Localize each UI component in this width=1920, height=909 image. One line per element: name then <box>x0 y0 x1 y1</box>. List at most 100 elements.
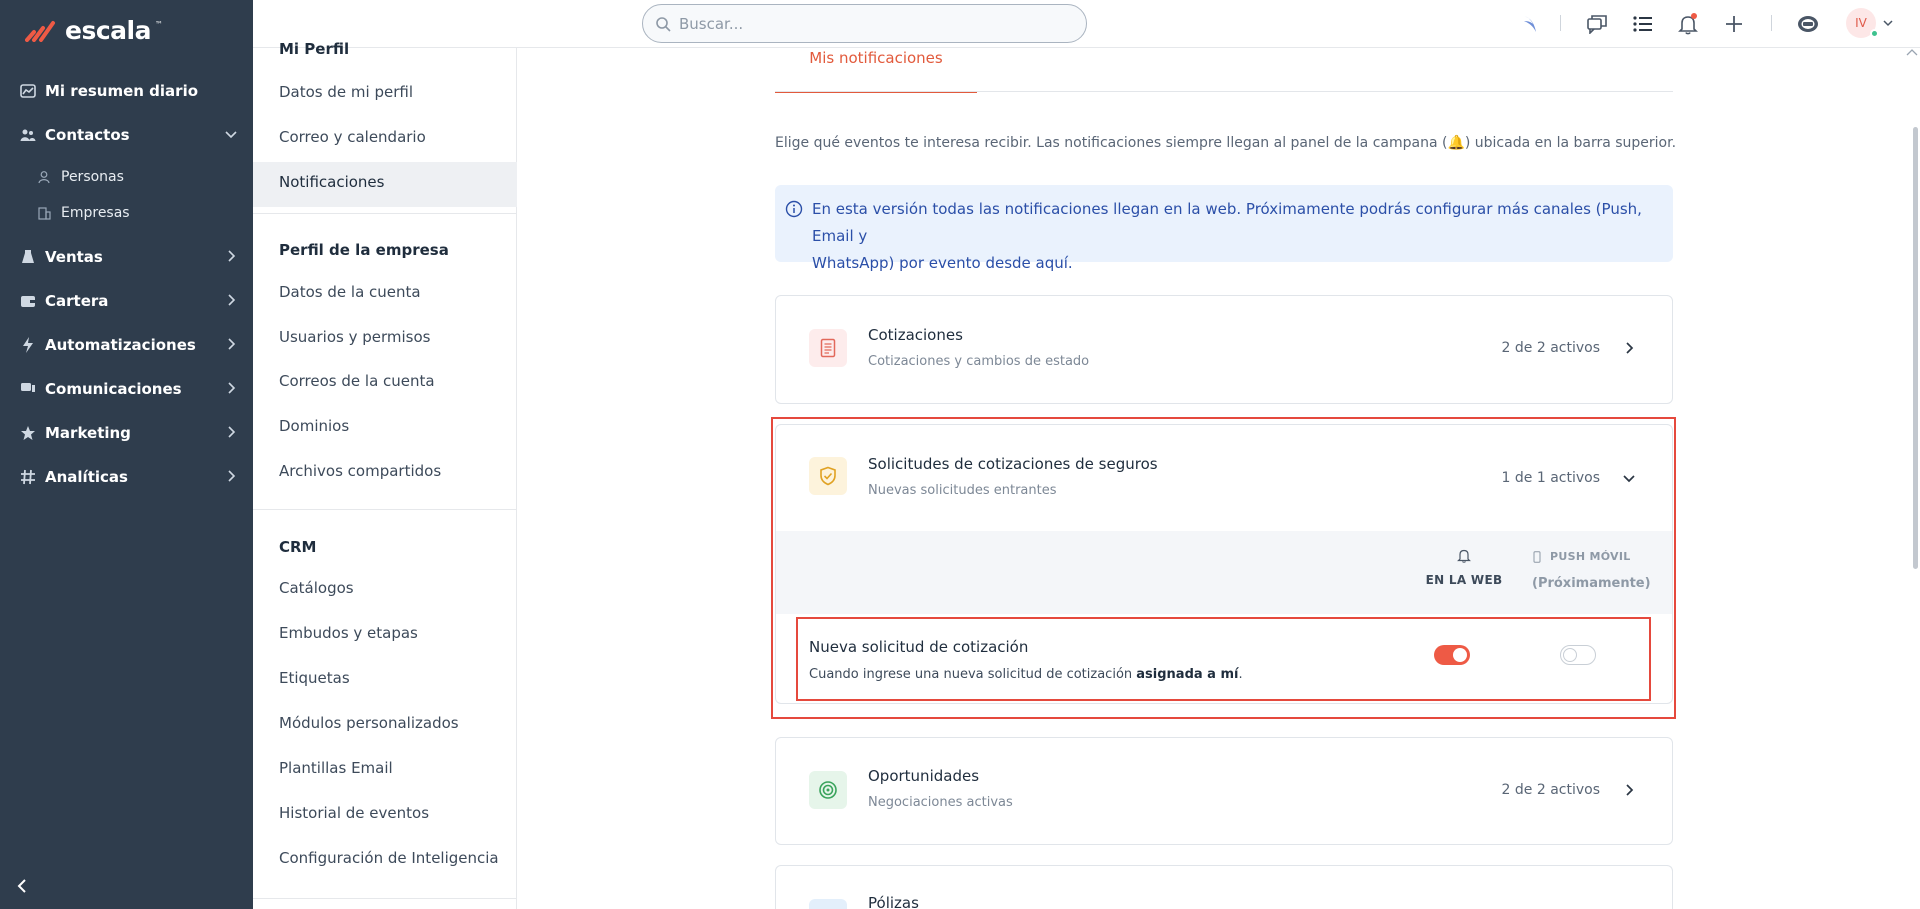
assistant-button[interactable] <box>1519 12 1543 36</box>
toolbar-separator <box>1560 15 1561 31</box>
menu-item-correos-cuenta[interactable]: Correos de la cuenta <box>279 372 435 390</box>
search-input[interactable] <box>679 14 1059 33</box>
settings-menu: Mi Perfil Datos de mi perfil Correo y ca… <box>253 40 517 909</box>
nav-sub-label: Empresas <box>61 205 130 221</box>
nav-analiticas[interactable]: Analíticas <box>20 464 238 490</box>
brand-name: escala <box>65 16 151 45</box>
nav-mi-resumen-diario[interactable]: Mi resumen diario <box>20 78 238 104</box>
support-button[interactable] <box>1796 12 1820 36</box>
nav-label: Comunicaciones <box>45 380 182 398</box>
card-active-count: 2 de 2 activos <box>1501 782 1600 798</box>
menu-item-dominios[interactable]: Dominios <box>279 417 349 435</box>
nav-ventas[interactable]: Ventas <box>20 244 238 270</box>
tab-underline <box>775 91 1673 92</box>
card-title: Cotizaciones <box>868 326 963 344</box>
bell-emoji: 🔔 <box>1447 135 1465 151</box>
menu-item-datos-perfil[interactable]: Datos de mi perfil <box>279 83 413 101</box>
person-icon <box>37 170 51 184</box>
card-active-count: 2 de 2 activos <box>1501 340 1600 356</box>
info-icon <box>785 200 803 218</box>
card-title: Pólizas <box>868 894 919 909</box>
nav-sub-personas[interactable]: Personas <box>37 166 124 188</box>
menu-item-embudos-etapas[interactable]: Embudos y etapas <box>279 624 418 642</box>
menu-heading-crm: CRM <box>279 538 317 556</box>
nav-label: Analíticas <box>45 468 128 486</box>
nav-label: Contactos <box>45 126 130 144</box>
menu-heading-company: Perfil de la empresa <box>279 241 449 259</box>
wallet-icon <box>20 293 36 309</box>
bird-icon <box>1520 13 1542 35</box>
nav-sub-label: Personas <box>61 169 124 185</box>
nav-cartera[interactable]: Cartera <box>20 288 238 314</box>
hash-icon <box>20 469 36 485</box>
nav-label: Ventas <box>45 248 103 266</box>
nav-comunicaciones[interactable]: Comunicaciones <box>20 376 238 402</box>
card-oportunidades[interactable]: Oportunidades Negociaciones activas 2 de… <box>775 737 1673 845</box>
brand-logo[interactable]: escala ™ <box>25 16 163 45</box>
tasks-button[interactable] <box>1631 12 1655 36</box>
users-icon <box>20 127 36 143</box>
plus-icon <box>1725 15 1743 33</box>
intro-text: Elige qué eventos te interesa recibir. L… <box>775 135 1676 151</box>
menu-item-usuarios-permisos[interactable]: Usuarios y permisos <box>279 328 430 346</box>
top-bar: IV <box>253 0 1920 56</box>
menu-divider <box>253 509 517 510</box>
bell-icon <box>1677 13 1699 35</box>
intro-text-start: Elige qué eventos te interesa recibir. L… <box>775 135 1448 151</box>
escala-logo-icon <box>25 20 55 42</box>
star-icon <box>20 425 36 441</box>
menu-item-modulos-personalizados[interactable]: Módulos personalizados <box>279 714 459 732</box>
create-button[interactable] <box>1722 12 1746 36</box>
main-sidebar: escala ™ Mi resumen diario Contactos Per… <box>0 0 253 909</box>
nav-marketing[interactable]: Marketing <box>20 420 238 446</box>
card-icon-cotizaciones <box>809 329 847 367</box>
chevron-right-icon <box>224 249 238 263</box>
search-icon <box>655 16 671 32</box>
lightning-icon <box>20 337 36 353</box>
info-text-line-2: WhatsApp) por evento desde aquí. <box>812 254 1073 272</box>
highlight-box-event-row <box>796 617 1651 701</box>
toolbar-separator <box>1771 15 1772 31</box>
menu-item-correo-calendario[interactable]: Correo y calendario <box>279 128 426 146</box>
building-icon <box>37 206 51 220</box>
chevron-right-icon <box>224 469 238 483</box>
list-icon <box>1633 15 1653 33</box>
menu-item-historial-eventos[interactable]: Historial de eventos <box>279 804 429 822</box>
scrollbar-thumb[interactable] <box>1913 127 1918 569</box>
search-box[interactable] <box>642 4 1087 43</box>
chevron-down-icon <box>224 127 238 141</box>
collapse-sidebar-button[interactable] <box>14 877 32 895</box>
menu-item-datos-cuenta[interactable]: Datos de la cuenta <box>279 283 421 301</box>
menu-item-configuracion-inteligencia[interactable]: Configuración de Inteligencia <box>279 849 499 867</box>
menu-item-plantillas-email[interactable]: Plantillas Email <box>279 759 393 777</box>
menu-divider <box>253 898 517 899</box>
menu-item-notificaciones[interactable]: Notificaciones <box>253 162 517 207</box>
card-icon-oportunidades <box>809 771 847 809</box>
chevron-left-icon <box>14 877 32 895</box>
card-subtitle: Negociaciones activas <box>868 795 1013 810</box>
menu-heading-profile: Mi Perfil <box>279 40 350 58</box>
nav-automatizaciones[interactable]: Automatizaciones <box>20 332 238 358</box>
card-cotizaciones[interactable]: Cotizaciones Cotizaciones y cambios de e… <box>775 295 1673 404</box>
menu-item-catalogos[interactable]: Catálogos <box>279 579 354 597</box>
chevron-down-icon[interactable] <box>1883 19 1893 27</box>
nav-contactos[interactable]: Contactos <box>20 122 238 148</box>
card-icon-polizas <box>809 899 847 909</box>
chevron-right-icon <box>224 381 238 395</box>
chevron-right-icon <box>224 293 238 307</box>
chart-icon <box>20 83 36 99</box>
support-chat-icon <box>1796 14 1820 34</box>
tab-mis-notificaciones[interactable]: Mis notificaciones <box>775 48 977 93</box>
nav-label: Mi resumen diario <box>45 82 199 100</box>
messages-button[interactable] <box>1585 12 1609 36</box>
menu-item-archivos-compartidos[interactable]: Archivos compartidos <box>279 462 441 480</box>
menu-divider <box>253 213 517 214</box>
notifications-button[interactable] <box>1676 12 1700 36</box>
menu-item-etiquetas[interactable]: Etiquetas <box>279 669 350 687</box>
info-banner: En esta versión todas las notificaciones… <box>775 185 1673 272</box>
sales-icon <box>20 249 36 265</box>
card-title: Oportunidades <box>868 767 980 785</box>
nav-sub-empresas[interactable]: Empresas <box>37 202 130 224</box>
card-polizas[interactable]: Pólizas <box>775 865 1673 909</box>
chat-icon <box>20 381 36 397</box>
